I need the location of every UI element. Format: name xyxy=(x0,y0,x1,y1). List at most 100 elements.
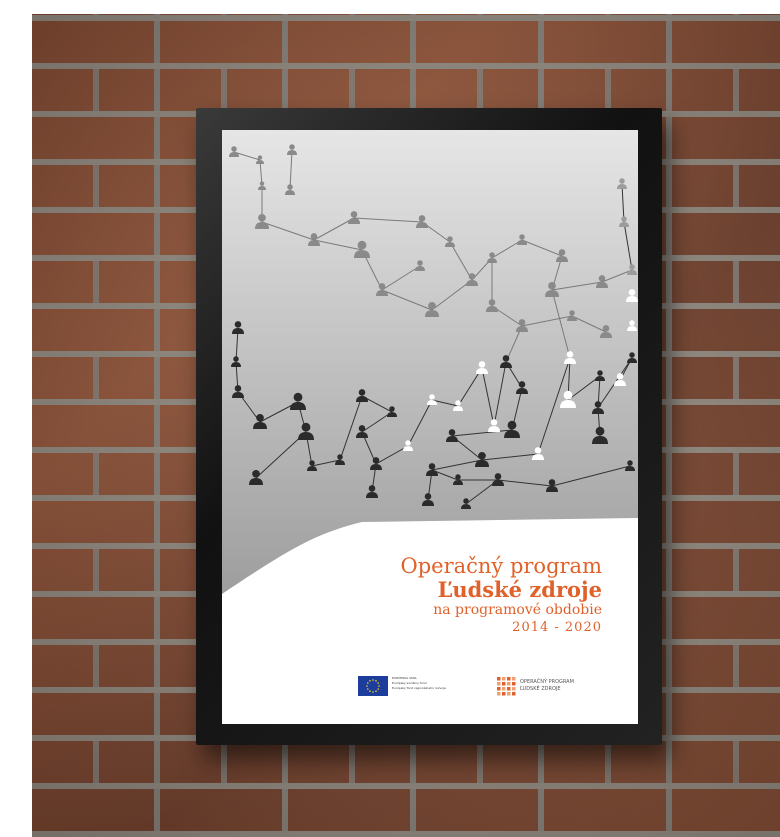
op-logo-text-line: ĽUDSKÉ ZDROJE xyxy=(520,686,561,692)
network-connection-line xyxy=(339,395,363,461)
network-connection-line xyxy=(313,217,355,241)
person-icon xyxy=(356,389,368,402)
eu-star-icon xyxy=(372,679,374,681)
op-logo-square xyxy=(497,677,501,681)
eu-star-icon xyxy=(372,691,374,693)
network-connection-line xyxy=(571,315,607,333)
person-icon xyxy=(592,401,604,414)
person-icon xyxy=(596,275,608,288)
title-line-4: 2014 - 2020 xyxy=(512,620,602,635)
eu-star-icon xyxy=(378,685,380,687)
network-connection-line xyxy=(623,221,633,271)
network-connection-line xyxy=(353,217,423,223)
network-connection-line xyxy=(493,361,507,427)
eu-star-icon xyxy=(375,690,377,692)
op-logo-square xyxy=(507,692,511,696)
person-icon xyxy=(376,283,388,296)
network-connection-line xyxy=(261,221,315,241)
person-icon xyxy=(486,299,498,312)
person-icon xyxy=(298,422,314,440)
network-connection-line xyxy=(431,279,473,311)
person-icon xyxy=(308,233,320,246)
poster-title-block: Operačný program Ľudské zdroje na progra… xyxy=(400,554,602,636)
person-icon xyxy=(500,355,512,368)
op-logo-text-line: OPERAČNÝ PROGRAM xyxy=(520,679,574,685)
network-connection-line xyxy=(481,367,495,427)
person-icon xyxy=(626,289,638,302)
person-icon xyxy=(255,213,269,229)
network-connection-line xyxy=(431,459,483,471)
person-icon xyxy=(354,240,370,258)
op-logo-square xyxy=(512,677,516,681)
op-logo-square xyxy=(502,687,506,691)
network-connection-line xyxy=(601,269,633,283)
person-icon xyxy=(517,234,527,245)
person-icon xyxy=(249,469,263,485)
person-icon xyxy=(516,381,528,394)
person-icon xyxy=(258,181,266,190)
poster: Operačný program Ľudské zdroje na progra… xyxy=(222,130,638,724)
network-connection-line xyxy=(381,289,433,311)
person-icon xyxy=(627,320,637,331)
network-connection-line xyxy=(289,149,293,191)
person-icon xyxy=(231,356,241,367)
person-icon xyxy=(348,211,360,224)
scene: Operačný program Ľudské zdroje na progra… xyxy=(0,0,780,837)
network-connection-line xyxy=(449,241,473,281)
person-icon xyxy=(403,440,413,451)
person-icon xyxy=(488,419,500,432)
eu-star-icon xyxy=(367,688,369,690)
person-icon xyxy=(564,351,576,364)
title-line-1: Operačný program xyxy=(400,554,602,578)
person-icon xyxy=(560,390,576,408)
network-connection-line xyxy=(551,281,603,291)
op-logo-square xyxy=(497,692,501,696)
person-icon xyxy=(487,252,497,263)
eu-flag-logo xyxy=(358,676,388,696)
person-icon xyxy=(370,457,382,470)
person-icon xyxy=(229,146,239,157)
eu-star-icon xyxy=(367,682,369,684)
eu-logo-text-line: Európsky fond regionálneho rozvoja xyxy=(392,686,446,690)
person-icon xyxy=(387,406,397,417)
person-icon xyxy=(556,249,568,262)
network-connection-line xyxy=(313,239,363,251)
op-logo-square xyxy=(502,677,506,681)
network-connection-line xyxy=(497,479,553,487)
person-icon xyxy=(256,155,264,164)
op-logo-square xyxy=(512,687,516,691)
op-logo-square xyxy=(512,692,516,696)
op-logo-square xyxy=(512,682,516,686)
eu-star-icon xyxy=(369,690,371,692)
person-icon xyxy=(356,425,368,438)
person-icon xyxy=(232,321,244,334)
op-logo-square xyxy=(507,687,511,691)
person-icon xyxy=(627,264,637,275)
person-icon xyxy=(335,454,345,465)
network-connection-line xyxy=(521,315,573,327)
network-connection-line xyxy=(407,399,433,447)
person-icon xyxy=(415,260,425,271)
network-connection-line xyxy=(375,445,409,465)
title-line-2: Ľudské zdroje xyxy=(437,577,602,602)
eu-star-icon xyxy=(377,682,379,684)
op-logo-square xyxy=(507,682,511,686)
network-connection-line xyxy=(551,465,631,487)
person-icon xyxy=(285,184,295,195)
eu-star-icon xyxy=(375,680,377,682)
person-icon xyxy=(532,447,544,460)
eu-logo-text: EURÓPSKA ÚNIA Európsky sociálny fond Eur… xyxy=(392,676,470,691)
network-connection-line xyxy=(481,453,539,461)
network-connection-line xyxy=(521,239,563,257)
title-line-3: na programové obdobie xyxy=(433,602,602,618)
person-icon xyxy=(619,216,629,227)
person-icon xyxy=(625,460,635,471)
person-icon xyxy=(422,493,434,506)
person-icon xyxy=(595,370,605,381)
person-icon xyxy=(425,301,439,317)
op-logo-text: OPERAČNÝ PROGRAM ĽUDSKÉ ZDROJE xyxy=(520,679,574,693)
op-logo-square xyxy=(502,692,506,696)
person-icon xyxy=(287,144,297,155)
person-icon xyxy=(567,310,577,321)
op-logo-square xyxy=(507,677,511,681)
